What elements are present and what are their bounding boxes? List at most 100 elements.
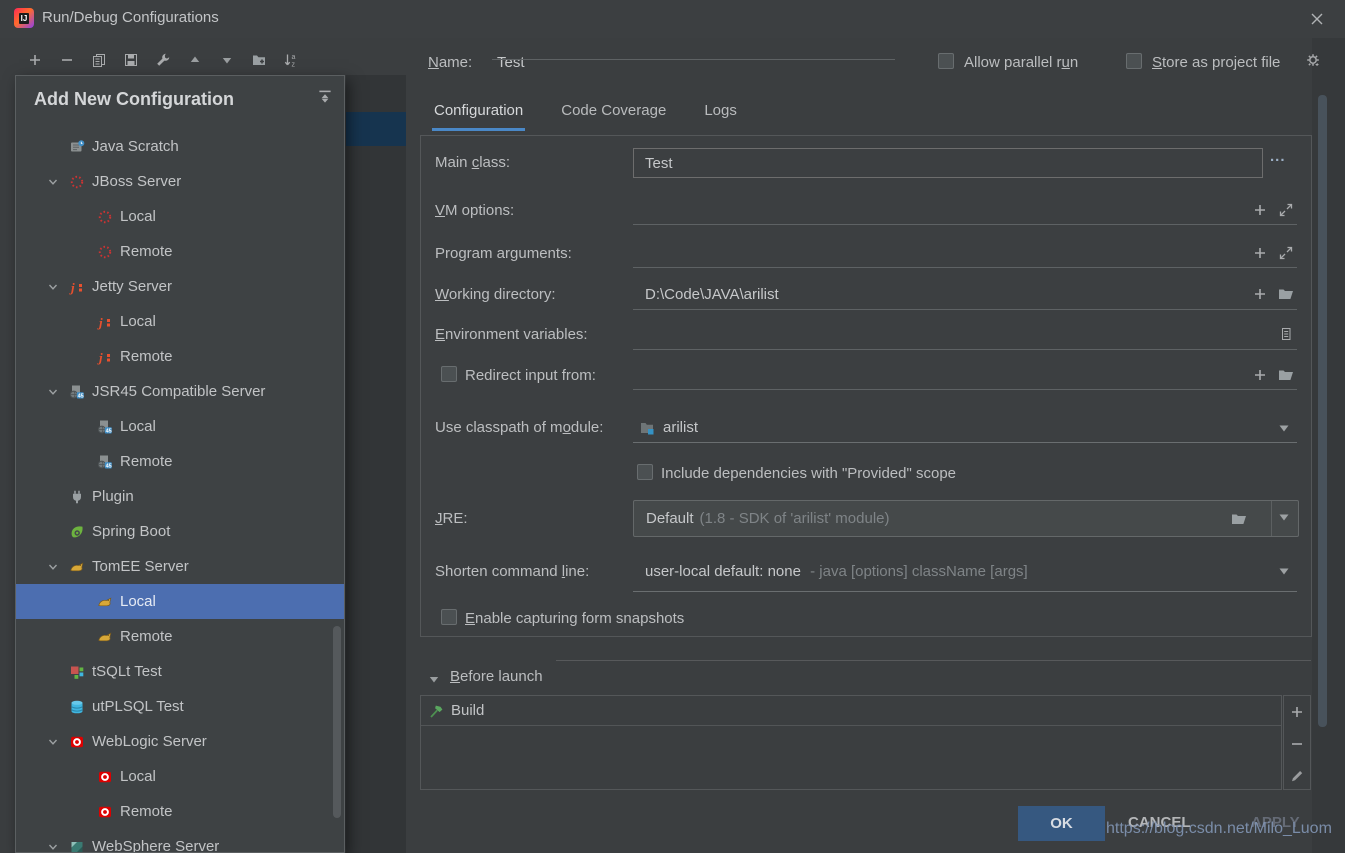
before-launch-collapse-icon[interactable] xyxy=(426,671,442,687)
config-type-item[interactable]: Local xyxy=(16,199,344,234)
shorten-command-line-value: user-local default: none xyxy=(645,563,801,580)
program-arguments-input[interactable] xyxy=(633,267,1297,268)
config-type-item[interactable]: jRemote xyxy=(16,339,344,374)
copy-button[interactable] xyxy=(89,50,109,70)
config-type-item[interactable]: WebLogic Server xyxy=(16,724,344,759)
program-arguments-expand-icon[interactable] xyxy=(1278,245,1294,261)
panel-scrollbar[interactable] xyxy=(1318,95,1327,727)
environment-variables-input[interactable] xyxy=(633,349,1297,350)
sort-alphabetically-button[interactable]: az xyxy=(281,50,301,70)
config-type-label: Local xyxy=(120,208,156,225)
redirect-input-plus-icon[interactable] xyxy=(1252,367,1268,383)
before-launch-item[interactable]: Build xyxy=(421,696,1281,726)
chevron-down-icon[interactable] xyxy=(45,559,61,575)
new-folder-button[interactable] xyxy=(249,50,269,70)
config-type-item[interactable]: tSQLt Test xyxy=(16,654,344,689)
move-down-button[interactable] xyxy=(217,50,237,70)
config-type-item[interactable]: Remote xyxy=(16,234,344,269)
working-directory-input[interactable]: D:\Code\JAVA\arilist xyxy=(645,286,779,303)
chevron-down-icon[interactable] xyxy=(45,174,61,190)
add-before-launch-button[interactable] xyxy=(1289,704,1305,720)
environment-variables-edit-icon[interactable] xyxy=(1278,326,1294,342)
allow-parallel-run-label: Allow parallel run xyxy=(964,54,1078,71)
working-directory-browse-folder-icon[interactable] xyxy=(1277,286,1293,302)
popup-scrollbar[interactable] xyxy=(333,626,341,818)
config-type-label: WebLogic Server xyxy=(92,733,207,750)
save-button[interactable] xyxy=(121,50,141,70)
popup-title: Add New Configuration xyxy=(34,89,234,110)
config-type-item[interactable]: jJetty Server xyxy=(16,269,344,304)
websphere-icon xyxy=(69,839,85,853)
edit-templates-button[interactable] xyxy=(153,50,173,70)
allow-parallel-run-checkbox[interactable] xyxy=(938,53,954,69)
edit-before-launch-button[interactable] xyxy=(1289,768,1305,784)
close-icon[interactable] xyxy=(1308,10,1326,28)
ok-button[interactable]: OK xyxy=(1018,806,1105,841)
jre-browse-folder-icon[interactable] xyxy=(1230,511,1246,527)
config-type-item[interactable]: 45JSR45 Compatible Server xyxy=(16,374,344,409)
remove-before-launch-button[interactable] xyxy=(1289,736,1305,752)
svg-text:j: j xyxy=(97,315,103,330)
collapse-all-icon[interactable] xyxy=(316,88,334,106)
browse-main-class-button[interactable]: ... xyxy=(1270,148,1286,165)
config-type-label: Local xyxy=(120,313,156,330)
shorten-command-line-combobox[interactable]: user-local default: none - java [options… xyxy=(645,563,1028,580)
chevron-down-icon[interactable] xyxy=(45,279,61,295)
module-icon xyxy=(639,420,655,436)
jsr45-icon: 45 xyxy=(69,384,85,400)
expand-vm-plus-icon[interactable] xyxy=(1252,202,1268,218)
name-input[interactable]: Test xyxy=(497,54,525,71)
jre-label: JRE: xyxy=(435,510,468,527)
add-button[interactable] xyxy=(25,50,45,70)
config-type-item[interactable]: JBoss Server xyxy=(16,164,344,199)
config-type-item[interactable]: Local xyxy=(16,759,344,794)
build-icon xyxy=(429,703,445,719)
tab-configuration[interactable]: Configuration xyxy=(432,100,525,131)
right-gutter xyxy=(1312,38,1345,853)
enable-snapshots-checkbox[interactable] xyxy=(441,609,457,625)
redirect-input-label: Redirect input from: xyxy=(465,367,596,384)
chevron-down-icon[interactable] xyxy=(45,384,61,400)
use-classpath-value[interactable]: arilist xyxy=(663,419,698,436)
config-type-item[interactable]: Spring Boot xyxy=(16,514,344,549)
config-type-item[interactable]: WebSphere Server xyxy=(16,829,344,852)
redirect-input-checkbox[interactable] xyxy=(441,366,457,382)
config-type-item[interactable]: Remote xyxy=(16,619,344,654)
config-type-item[interactable]: utPLSQL Test xyxy=(16,689,344,724)
move-up-button[interactable] xyxy=(185,50,205,70)
use-classpath-underline xyxy=(633,442,1297,443)
name-label: Name: xyxy=(428,54,472,71)
include-provided-checkbox[interactable] xyxy=(637,464,653,480)
config-type-item[interactable]: 45Remote xyxy=(16,444,344,479)
chevron-down-icon[interactable] xyxy=(45,839,61,853)
name-input-underline xyxy=(492,59,895,60)
gear-icon[interactable] xyxy=(1304,51,1324,71)
config-type-item[interactable]: Plugin xyxy=(16,479,344,514)
shorten-command-line-dropdown-icon[interactable] xyxy=(1277,565,1293,581)
tomee-icon xyxy=(69,559,85,575)
expand-vm-icon[interactable] xyxy=(1278,202,1294,218)
redirect-input-input[interactable] xyxy=(633,389,1297,390)
config-type-item[interactable]: j Local xyxy=(16,304,344,339)
config-type-item[interactable]: Java Scratch xyxy=(16,129,344,164)
jre-combobox[interactable]: Default (1.8 - SDK of 'arilist' module) xyxy=(633,500,1299,537)
store-as-project-file-checkbox[interactable] xyxy=(1126,53,1142,69)
config-type-item[interactable]: TomEE Server xyxy=(16,549,344,584)
config-type-item[interactable]: Remote xyxy=(16,794,344,829)
chevron-down-icon[interactable] xyxy=(45,734,61,750)
remove-button[interactable] xyxy=(57,50,77,70)
config-type-item[interactable]: Local xyxy=(16,584,344,619)
use-classpath-dropdown-icon[interactable] xyxy=(1277,422,1293,438)
tab-code-coverage[interactable]: Code Coverage xyxy=(559,100,668,131)
config-type-item[interactable]: 45Local xyxy=(16,409,344,444)
redirect-input-folder-icon[interactable] xyxy=(1277,367,1293,383)
main-class-label: Main class: xyxy=(435,154,510,171)
svg-text:z: z xyxy=(292,62,296,69)
configurations-tree-background xyxy=(346,75,406,853)
main-class-input[interactable]: Test xyxy=(633,148,1263,178)
tab-logs[interactable]: Logs xyxy=(702,100,739,131)
program-arguments-plus-icon[interactable] xyxy=(1252,245,1268,261)
working-directory-plus-icon[interactable] xyxy=(1252,286,1268,302)
vm-options-input[interactable] xyxy=(633,224,1297,225)
jre-dropdown-button[interactable] xyxy=(1271,501,1298,536)
